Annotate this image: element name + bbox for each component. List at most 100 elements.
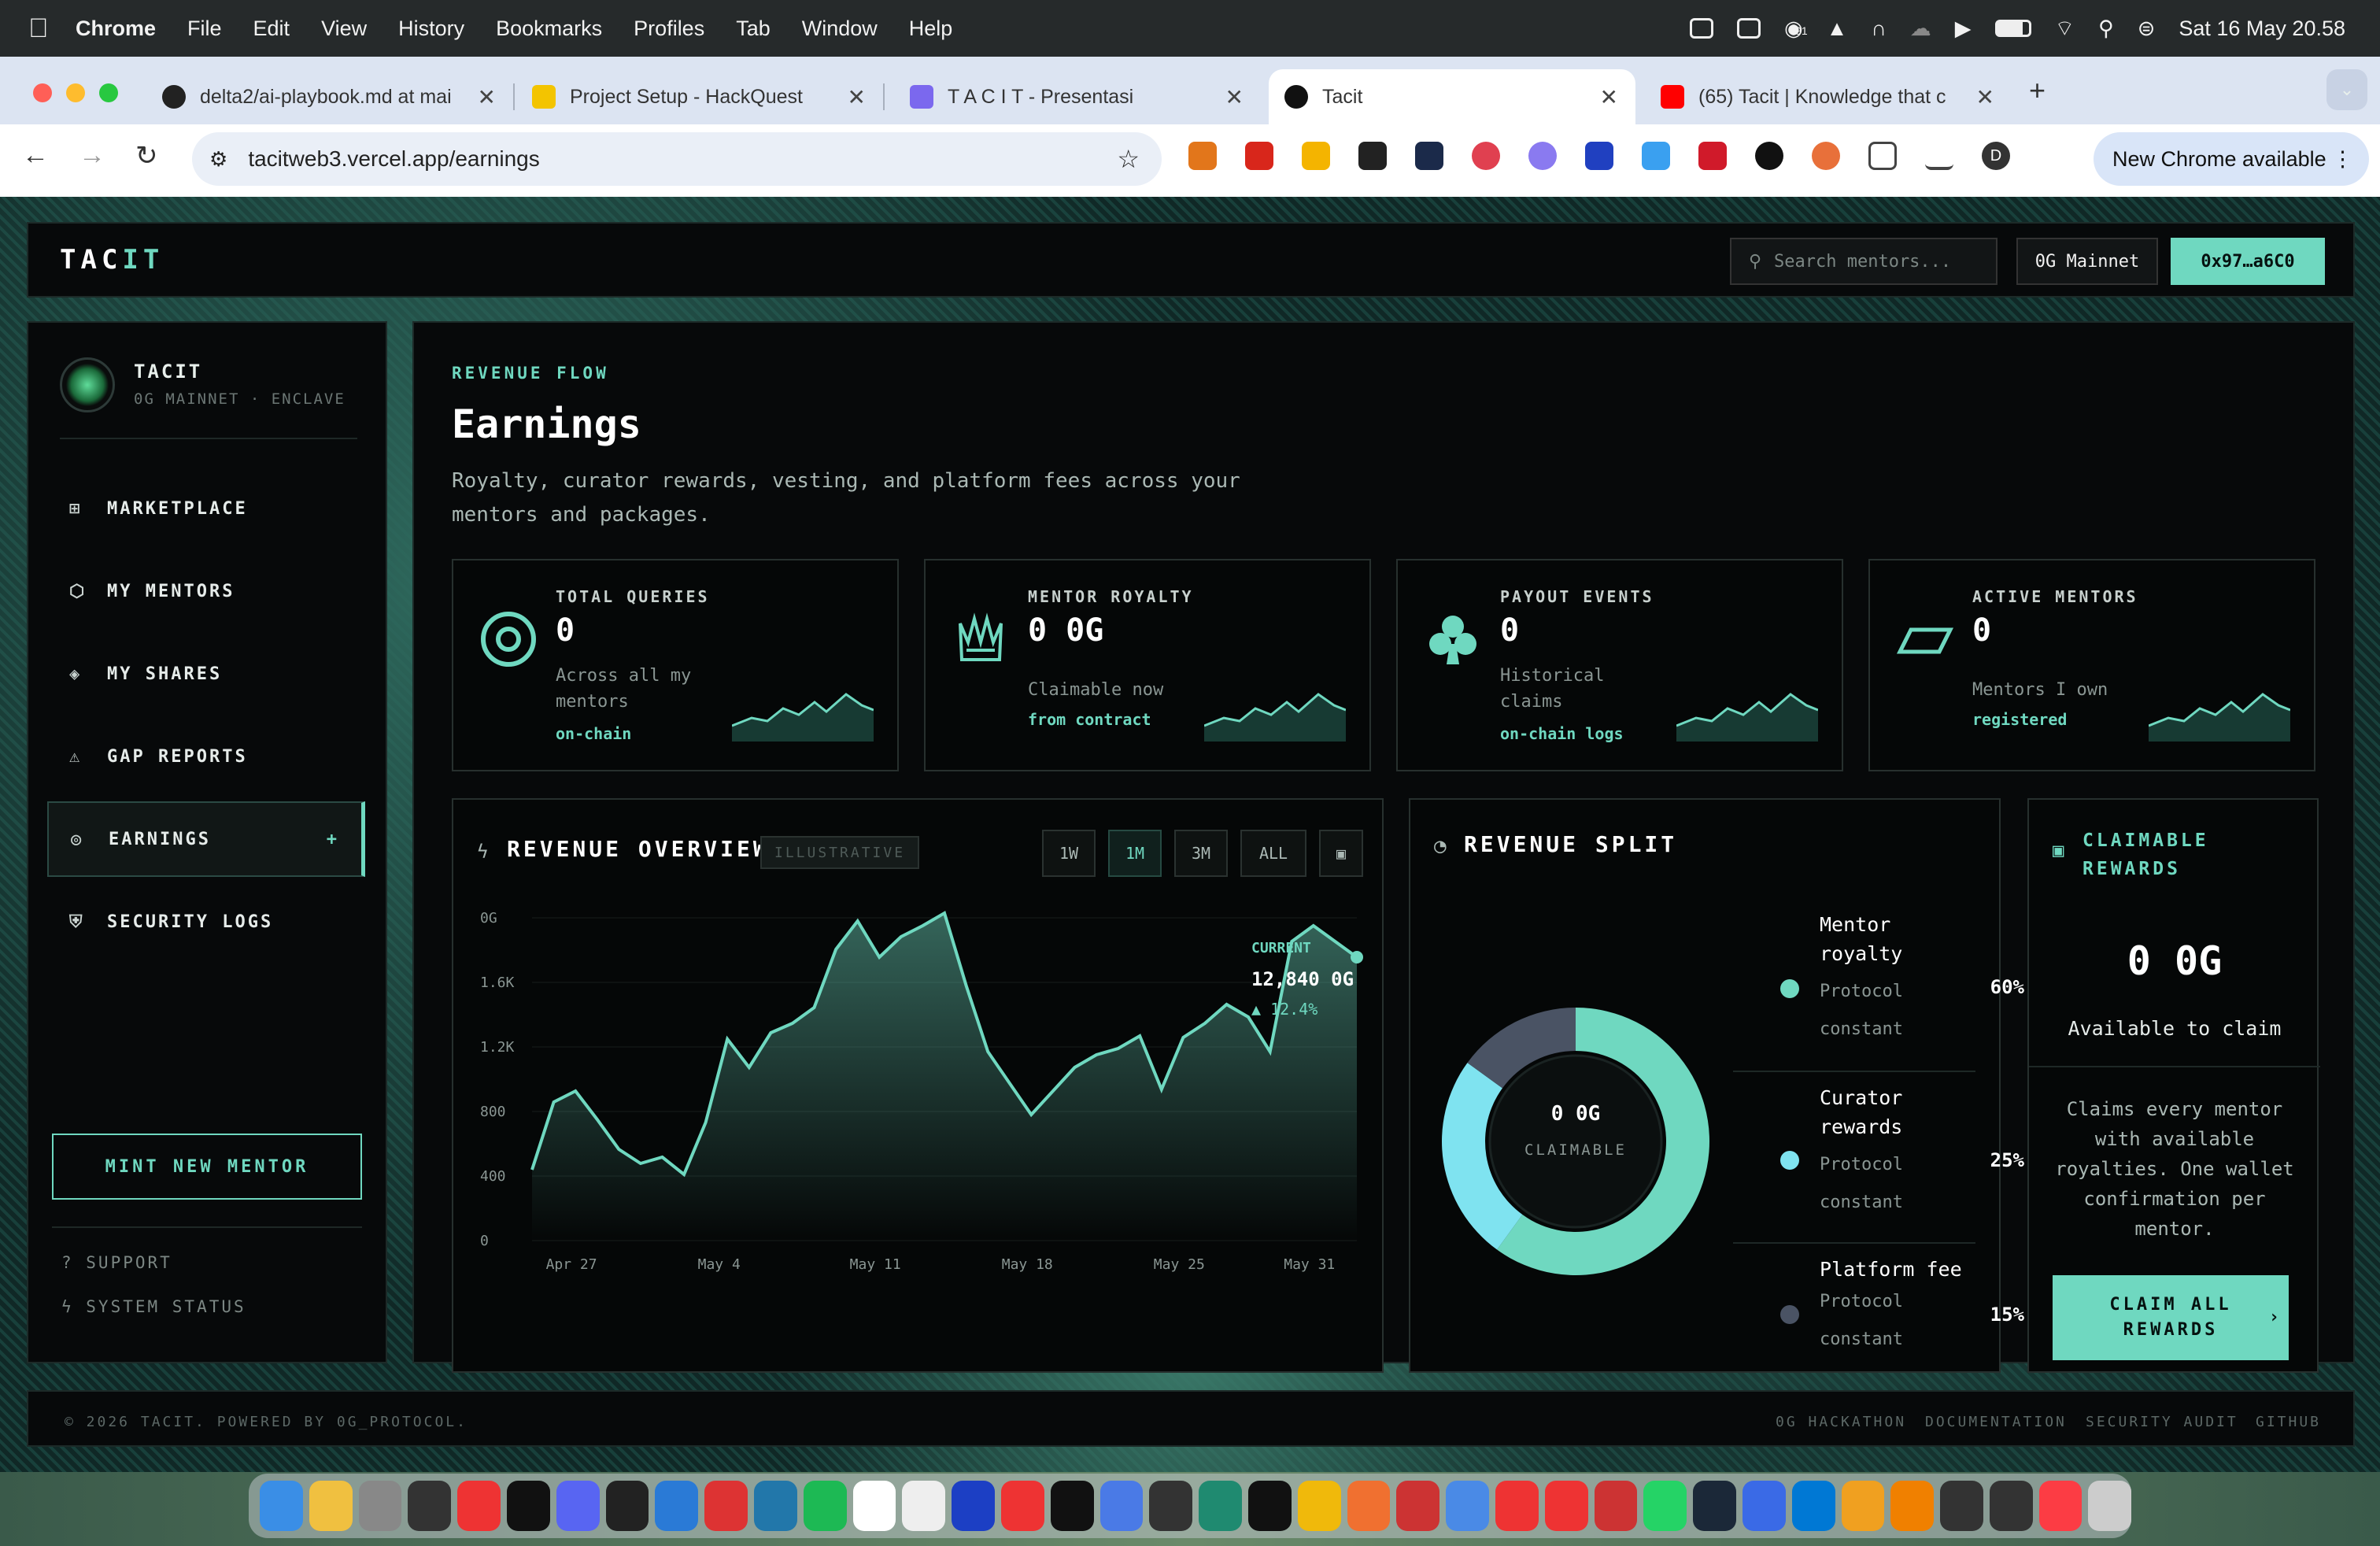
dock-app-icon[interactable] bbox=[1594, 1481, 1638, 1531]
menu-profiles[interactable]: Profiles bbox=[634, 17, 704, 41]
close-icon[interactable]: ✕ bbox=[1976, 84, 1994, 110]
chart-menu-button[interactable]: ▣ bbox=[1319, 830, 1363, 877]
dock-app-icon[interactable] bbox=[1247, 1481, 1292, 1531]
tab-hackquest[interactable]: Project Setup - HackQuest ✕ bbox=[516, 69, 885, 124]
profile-avatar[interactable]: D bbox=[1982, 142, 2010, 170]
range-all-button[interactable]: ALL bbox=[1240, 830, 1306, 877]
react-icon[interactable] bbox=[1415, 142, 1443, 170]
sidebar-item-security-logs[interactable]: ⛨ SECURITY LOGS bbox=[47, 884, 365, 960]
menu-app[interactable]: Chrome bbox=[76, 17, 156, 41]
tab-presentasi[interactable]: T A C I T - Presentasi ✕ bbox=[894, 69, 1261, 124]
close-icon[interactable]: ✕ bbox=[478, 84, 496, 110]
dock-app-icon[interactable] bbox=[605, 1481, 649, 1531]
dock-app-icon[interactable] bbox=[309, 1481, 353, 1531]
menu-history[interactable]: History bbox=[398, 17, 464, 41]
dock-app-icon[interactable] bbox=[1841, 1481, 1885, 1531]
notification-icon[interactable]: ◉ 91 bbox=[1784, 17, 1808, 41]
extension-icon[interactable] bbox=[1812, 142, 1840, 170]
close-icon[interactable]: ✕ bbox=[1600, 84, 1618, 110]
extension-icon[interactable] bbox=[1472, 142, 1500, 170]
metamask-icon[interactable] bbox=[1188, 142, 1217, 170]
dock-app-icon[interactable] bbox=[260, 1481, 303, 1531]
dock-app-icon[interactable] bbox=[556, 1481, 600, 1531]
menu-tab[interactable]: Tab bbox=[736, 17, 771, 41]
extension-icon[interactable] bbox=[1698, 142, 1727, 170]
search-input[interactable]: ⚲ Search mentors... bbox=[1730, 238, 1998, 285]
pdf-icon[interactable] bbox=[1245, 142, 1273, 170]
dock-app-icon[interactable] bbox=[902, 1481, 946, 1531]
dock-app-icon[interactable] bbox=[655, 1481, 699, 1531]
sidebar-item-my-mentors[interactable]: ⬡ MY MENTORS bbox=[47, 553, 365, 629]
reload-button[interactable]: ↻ bbox=[135, 140, 158, 172]
dock-app-icon[interactable] bbox=[1643, 1481, 1687, 1531]
footer-link-github[interactable]: GITHUB bbox=[2256, 1414, 2321, 1430]
new-tab-button[interactable]: + bbox=[2029, 74, 2046, 107]
range-3m-button[interactable]: 3M bbox=[1174, 830, 1228, 877]
dock-app-icon[interactable] bbox=[2088, 1481, 2132, 1531]
arch-icon[interactable]: ∩ bbox=[1871, 17, 1886, 41]
dock-app-icon[interactable] bbox=[1693, 1481, 1736, 1531]
clock[interactable]: Sat 16 May 20.58 bbox=[2179, 17, 2345, 41]
menu-file[interactable]: File bbox=[187, 17, 222, 41]
dock-app-icon[interactable] bbox=[1544, 1481, 1588, 1531]
dock-app-icon[interactable] bbox=[457, 1481, 501, 1531]
apple-icon[interactable]:  bbox=[28, 13, 76, 44]
back-button[interactable]: ← bbox=[22, 140, 49, 171]
play-icon[interactable]: ▶ bbox=[1955, 17, 1972, 41]
dock-app-icon[interactable] bbox=[506, 1481, 550, 1531]
tab-youtube[interactable]: (65) Tacit | Knowledge that c ✕ bbox=[1645, 69, 2012, 124]
sidebar-item-marketplace[interactable]: ⊞ MARKETPLACE bbox=[47, 471, 365, 546]
dock-app-icon[interactable] bbox=[1050, 1481, 1094, 1531]
dock-app-icon[interactable] bbox=[358, 1481, 402, 1531]
dock-app-icon[interactable] bbox=[1989, 1481, 2033, 1531]
download-icon[interactable] bbox=[1925, 142, 1953, 170]
extension-icon[interactable] bbox=[1528, 142, 1557, 170]
footer-link-documentation[interactable]: DOCUMENTATION bbox=[1925, 1414, 2067, 1430]
tab-search-button[interactable]: ⌄ bbox=[2326, 69, 2367, 110]
close-icon[interactable]: ✕ bbox=[848, 84, 866, 110]
spotlight-icon[interactable]: ⚲ bbox=[2098, 17, 2114, 41]
dock-app-icon[interactable] bbox=[1742, 1481, 1786, 1531]
range-1w-button[interactable]: 1W bbox=[1042, 830, 1096, 877]
dock-app-icon[interactable] bbox=[803, 1481, 847, 1531]
sidebar-item-earnings[interactable]: ◎ EARNINGS + bbox=[47, 801, 365, 877]
menu-help[interactable]: Help bbox=[909, 17, 953, 41]
extension-icon[interactable] bbox=[1358, 142, 1387, 170]
cone-icon[interactable]: ▲ bbox=[1827, 17, 1848, 41]
extension-icon[interactable] bbox=[1302, 142, 1330, 170]
footer-link-security-audit[interactable]: SECURITY AUDIT bbox=[2086, 1414, 2238, 1430]
control-center-icon[interactable]: ⊜ bbox=[2138, 17, 2156, 41]
network-button[interactable]: 0G Mainnet bbox=[2016, 238, 2158, 285]
dock-app-icon[interactable] bbox=[2038, 1481, 2082, 1531]
mint-new-mentor-button[interactable]: MINT NEW MENTOR bbox=[52, 1134, 362, 1200]
extensions-puzzle-icon[interactable] bbox=[1868, 142, 1897, 170]
dock-app-icon[interactable] bbox=[753, 1481, 797, 1531]
site-info-icon[interactable]: ⚙ bbox=[209, 147, 227, 172]
dock-app-icon[interactable] bbox=[1890, 1481, 1935, 1531]
dock-app-icon[interactable] bbox=[1199, 1481, 1242, 1531]
logo[interactable]: TACIT bbox=[60, 244, 164, 276]
extension-icon[interactable] bbox=[1642, 142, 1670, 170]
menu-view[interactable]: View bbox=[321, 17, 367, 41]
battery-icon[interactable] bbox=[1994, 20, 2031, 37]
forward-button[interactable]: → bbox=[79, 140, 105, 171]
dock-app-icon[interactable] bbox=[852, 1481, 896, 1531]
dock-app-icon[interactable] bbox=[1940, 1481, 1983, 1531]
range-1m-button[interactable]: 1M bbox=[1108, 830, 1162, 877]
dock-app-icon[interactable] bbox=[1347, 1481, 1391, 1531]
sidebar-item-my-shares[interactable]: ◈ MY SHARES bbox=[47, 636, 365, 712]
bars-icon[interactable] bbox=[1690, 18, 1714, 39]
extension-icon[interactable] bbox=[1585, 142, 1613, 170]
close-window-button[interactable] bbox=[33, 83, 52, 102]
sidebar-item-gap-reports[interactable]: ⚠ GAP REPORTS bbox=[47, 719, 365, 794]
dock-app-icon[interactable] bbox=[1446, 1481, 1489, 1531]
dock-app-icon[interactable] bbox=[1791, 1481, 1835, 1531]
menu-window[interactable]: Window bbox=[802, 17, 878, 41]
dock-app-icon[interactable] bbox=[1396, 1481, 1440, 1531]
dock-app-icon[interactable] bbox=[1297, 1481, 1341, 1531]
update-chrome-button[interactable]: New Chrome available ⋮ bbox=[2094, 132, 2369, 186]
dock-app-icon[interactable] bbox=[704, 1481, 748, 1531]
support-link[interactable]: ? SUPPORT bbox=[61, 1253, 172, 1272]
bookmark-star-icon[interactable]: ☆ bbox=[1117, 144, 1140, 174]
url-text[interactable]: tacitweb3.vercel.app/earnings bbox=[248, 146, 539, 172]
